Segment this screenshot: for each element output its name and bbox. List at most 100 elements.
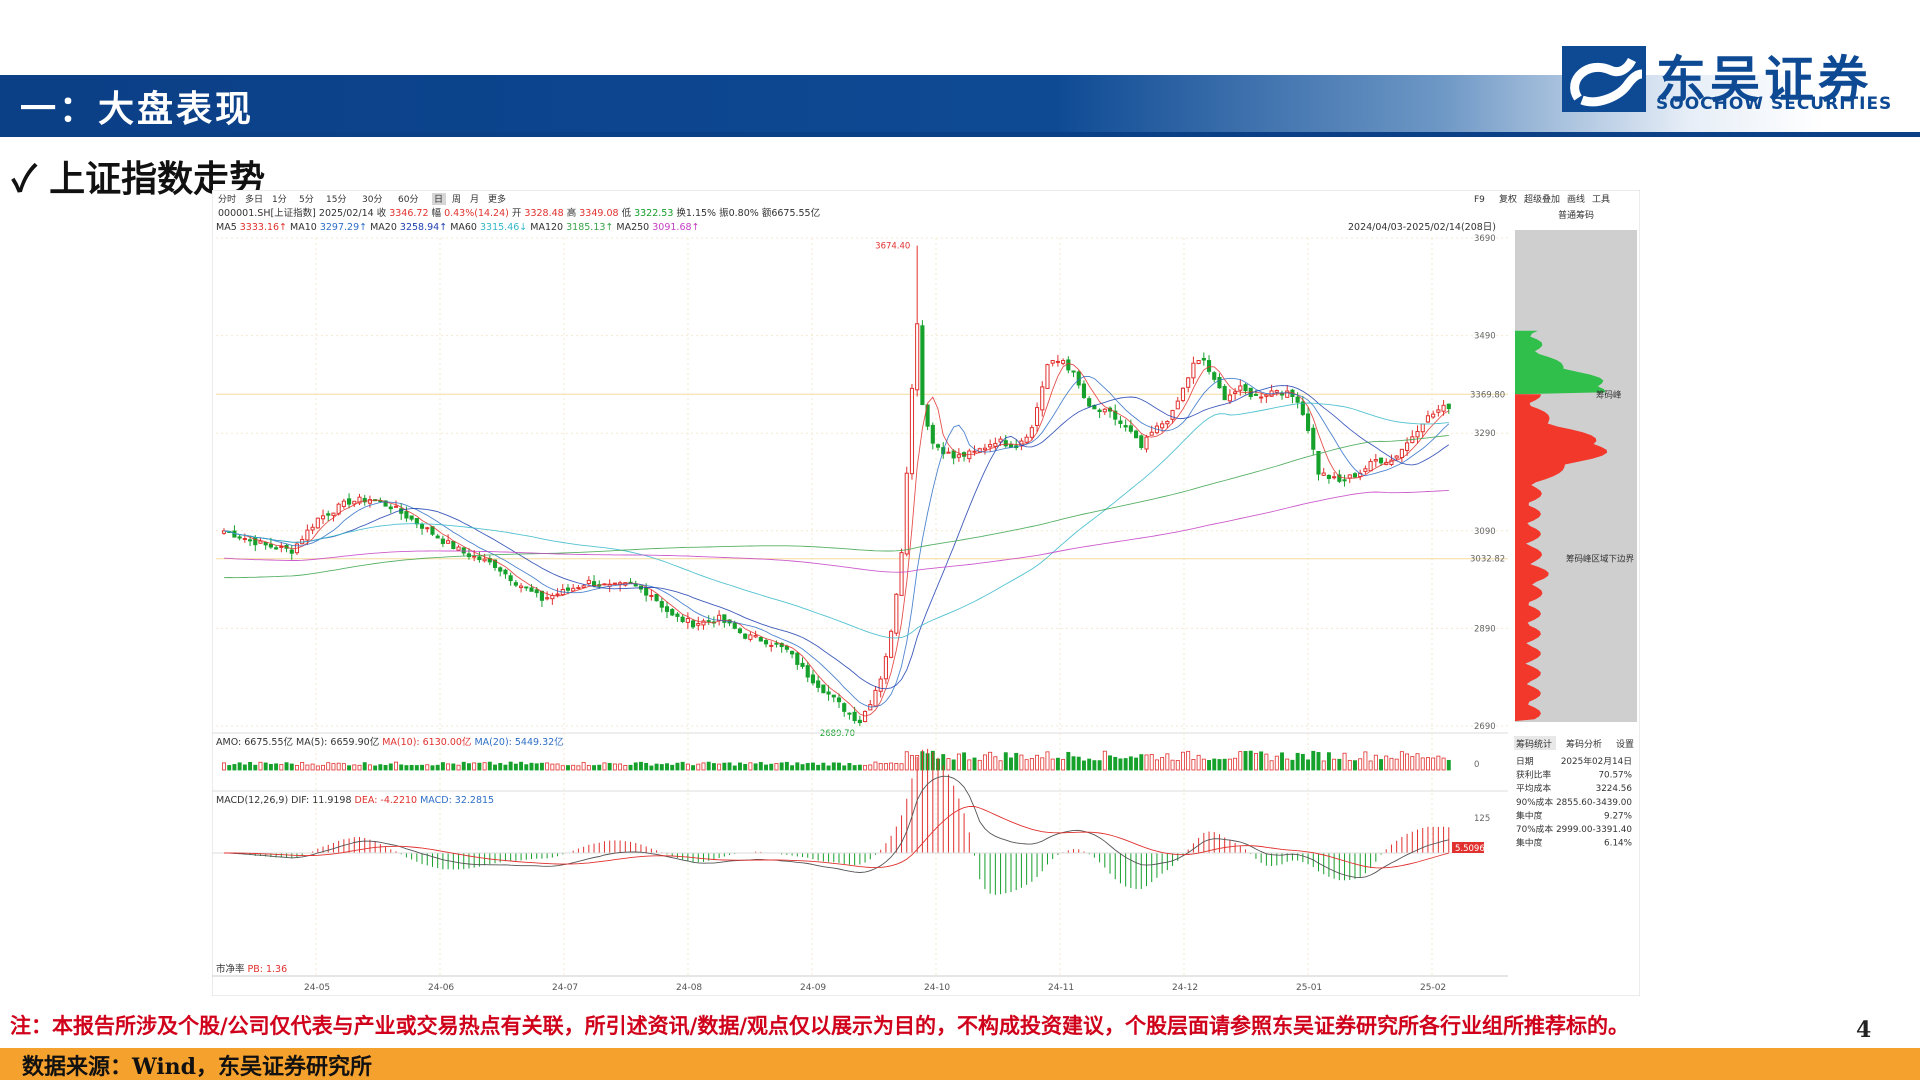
volume-bar-88 (680, 761, 685, 771)
volume-bar-30 (378, 764, 383, 771)
period-tab-5[interactable]: 30分 (362, 194, 382, 205)
candle-body-11 (279, 545, 284, 548)
volume-bar-1 (227, 765, 232, 771)
chip-stat-key-1: 获利比率 (1516, 769, 1551, 781)
candle-body-234 (1441, 404, 1446, 412)
date-range-label: 2024/04/03-2025/02/14(208日) (1348, 222, 1496, 233)
candle-body-195 (1238, 385, 1243, 391)
period-tab-6[interactable]: 60分 (398, 194, 418, 205)
period-tab-0[interactable]: 分时 (218, 193, 236, 205)
chip-panel-tab[interactable]: 普通筹码 (1558, 209, 1594, 221)
candle-body-120 (847, 712, 852, 715)
volume-bar-203 (1280, 752, 1284, 771)
candle-body-233 (1436, 409, 1441, 413)
volume-bar-152 (1014, 752, 1019, 771)
stock-chart[interactable]: 分时 多日 1分 5分 15分 30分 60分日周月更多 F9 复权 超级叠加 画线 工具 0000… (211, 189, 1641, 997)
volume-bar-233 (1436, 755, 1441, 771)
volume-bar-81 (644, 762, 649, 771)
time-tick-1: 24-06 (428, 983, 454, 993)
candle-body-198 (1253, 393, 1259, 396)
volume-bar-77 (623, 765, 628, 771)
tool-item-2[interactable]: 超级叠加 (1524, 193, 1560, 205)
volume-bar-107 (779, 762, 784, 771)
volume-bar-161 (1061, 759, 1066, 771)
volume-bar-58 (524, 764, 529, 771)
period-tab-9[interactable]: 月 (470, 194, 479, 205)
period-tab-2[interactable]: 1分 (272, 194, 287, 205)
volume-bar-22 (336, 762, 341, 771)
candle-body-3 (237, 536, 242, 539)
candle-body-98 (732, 622, 737, 629)
candle-body-89 (685, 618, 690, 623)
volume-bar-147 (988, 751, 993, 771)
period-tab-1[interactable]: 多日 (245, 193, 263, 205)
candle-body-17 (310, 526, 315, 531)
quote-field-5: 0.43%(14.24) (444, 208, 512, 219)
candle-body-181 (1165, 420, 1170, 425)
tool-item-3[interactable]: 画线 (1567, 193, 1585, 205)
time-tick-9: 25-02 (1420, 983, 1446, 993)
price-tick-2: 3290 (1474, 429, 1496, 439)
volume-bar-144 (972, 757, 977, 771)
period-tab-7[interactable]: 日 (434, 194, 443, 205)
chip-tab-2[interactable]: 设置 (1616, 739, 1634, 750)
price-tick-0: 3690 (1474, 234, 1496, 244)
candle-body-109 (790, 650, 795, 655)
volume-bar-178 (1149, 753, 1154, 771)
tool-item-4[interactable]: 工具 (1592, 194, 1610, 205)
period-tab-4[interactable]: 15分 (326, 194, 346, 205)
candle-body-176 (1139, 435, 1144, 449)
candle-body-191 (1217, 376, 1222, 389)
candle-body-136 (930, 424, 935, 444)
pb-value: PB: 1.36 (248, 964, 288, 975)
candle-body-59 (529, 587, 534, 592)
candle-body-4 (242, 538, 247, 541)
volume-bar-204 (1285, 758, 1290, 771)
candle-body-122 (857, 719, 862, 724)
period-tab-8[interactable]: 周 (452, 194, 461, 205)
candle-body-129 (894, 593, 899, 634)
candle-body-113 (810, 674, 816, 684)
volume-bar-91 (696, 763, 701, 771)
tool-item-0[interactable]: F9 (1474, 195, 1485, 205)
candle-body-91 (696, 623, 701, 626)
candle-body-190 (1212, 372, 1217, 380)
volume-bar-87 (675, 762, 680, 771)
header-rule (0, 132, 1920, 137)
volume-bar-157 (1040, 757, 1045, 771)
candle-body-45 (456, 546, 461, 551)
volume-bar-33 (394, 761, 398, 771)
tool-item-1[interactable]: 复权 (1499, 193, 1517, 205)
chip-tab-0[interactable]: 筹码统计 (1516, 738, 1552, 750)
candle-body-84 (659, 601, 664, 608)
volume-bar-189 (1207, 760, 1212, 771)
volume-bar-72 (597, 764, 602, 771)
volume-bar-140 (951, 759, 956, 771)
volume-bar-23 (341, 763, 346, 771)
candle-body-118 (836, 697, 842, 703)
volume-bar-38 (420, 764, 425, 771)
candle-body-154 (1024, 436, 1029, 443)
reference-label-0: 3369.80 (1470, 390, 1505, 400)
volume-bar-65 (560, 765, 565, 771)
volume-bar-202 (1274, 755, 1279, 771)
period-tab-3[interactable]: 5分 (299, 194, 314, 205)
quote-field-9: 3349.08 (579, 208, 621, 219)
section-title: 一：大盘表现 (20, 88, 255, 130)
volume-bar-108 (784, 761, 789, 771)
candle-body-162 (1066, 359, 1071, 371)
volume-bar-36 (409, 764, 414, 771)
volume-bar-180 (1160, 757, 1165, 771)
volume-bar-85 (665, 763, 669, 771)
candle-body-86 (670, 609, 675, 616)
period-tab-10[interactable]: 更多 (488, 193, 506, 205)
volume-bar-110 (795, 762, 800, 771)
candle-body-68 (576, 587, 581, 590)
volume-bar-60 (534, 763, 539, 771)
candle-body-21 (331, 512, 336, 516)
chip-peak-label: 筹码峰 (1596, 389, 1622, 400)
volume-bar-163 (1071, 756, 1076, 771)
chip-tab-1[interactable]: 筹码分析 (1566, 738, 1602, 750)
candle-body-146 (982, 447, 987, 451)
volume-bar-53 (498, 763, 503, 771)
